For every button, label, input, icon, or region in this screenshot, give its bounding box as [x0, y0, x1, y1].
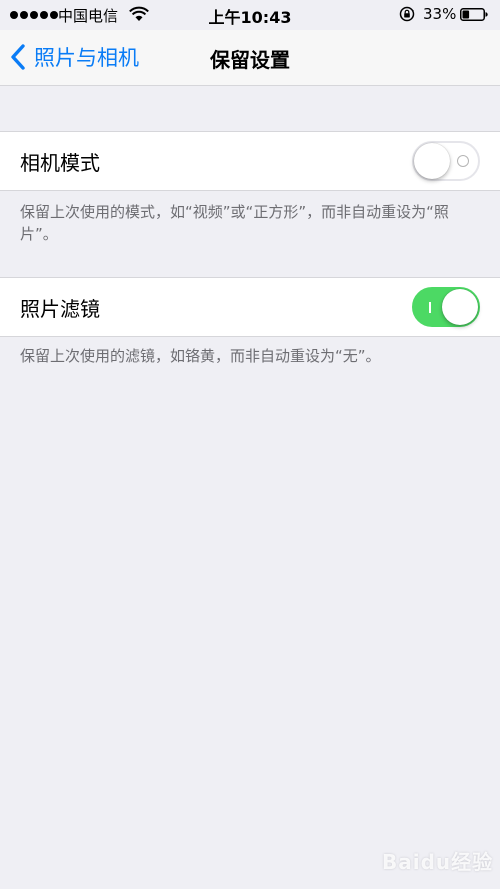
baidu-jingyan-watermark: Baidu经验	[382, 850, 494, 874]
photo-filter-footer-note: 保留上次使用的滤镜，如铬黄，而非自动重设为“无”。	[20, 347, 381, 365]
toggle-on-indicator-icon	[429, 302, 431, 313]
settings-group-camera-mode: 相机模式	[0, 131, 500, 191]
page-title: 保留设置	[210, 48, 290, 72]
setting-row-photo-filter: 照片滤镜	[0, 278, 500, 336]
status-bar: 中国电信 上午10:43 33%	[0, 0, 500, 30]
settings-group-photo-filter: 照片滤镜	[0, 277, 500, 337]
rotation-lock-icon	[399, 6, 415, 22]
camera-mode-footer-note: 保留上次使用的模式，如“视频”或“正方形”，而非自动重设为“照片”。	[20, 203, 449, 243]
setting-label-camera-mode: 相机模式	[20, 150, 100, 175]
battery-percent: 33%	[423, 5, 457, 23]
toggle-knob	[414, 143, 450, 179]
setting-row-camera-mode: 相机模式	[0, 132, 500, 190]
toggle-off-indicator-icon	[457, 155, 469, 167]
toggle-knob	[442, 289, 478, 325]
navigation-bar: 照片与相机 保留设置	[0, 30, 500, 86]
battery-icon	[460, 8, 488, 21]
setting-label-photo-filter: 照片滤镜	[20, 296, 100, 321]
photo-filter-toggle[interactable]	[412, 287, 480, 327]
camera-mode-toggle[interactable]	[412, 141, 480, 181]
